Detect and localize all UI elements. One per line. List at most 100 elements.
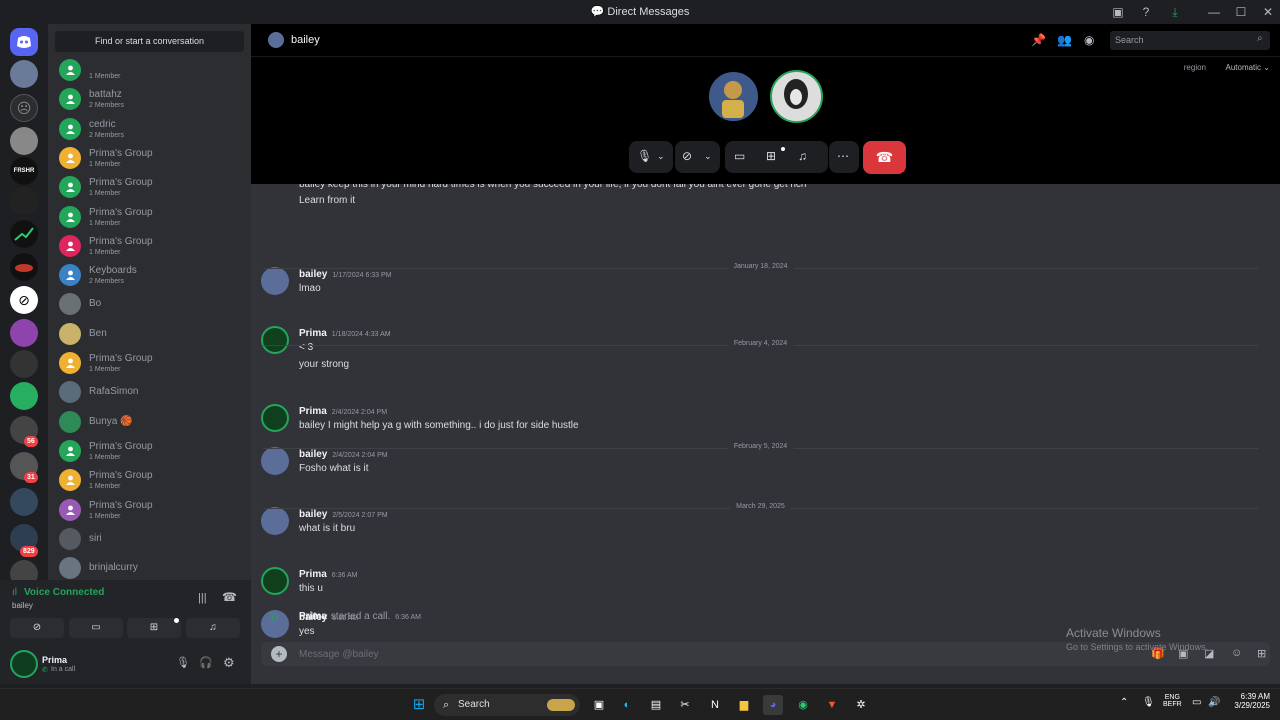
edge-browser-icon[interactable]: ◐ bbox=[617, 695, 637, 715]
system-author[interactable]: Prima bbox=[299, 611, 327, 622]
download-icon[interactable]: ⤓ bbox=[1167, 4, 1183, 20]
dm-item[interactable]: Prima's Group 1 Member bbox=[56, 437, 244, 465]
add-friend-icon[interactable]: 👥 bbox=[1057, 33, 1072, 47]
volume-icon[interactable]: 🔊 bbox=[1208, 697, 1220, 708]
author-name[interactable]: Prima bbox=[299, 328, 327, 339]
disconnect-icon[interactable]: ☎ bbox=[222, 590, 237, 604]
soundboard-icon[interactable]: ♫ bbox=[186, 618, 240, 638]
dm-item[interactable]: siri bbox=[56, 525, 244, 553]
dm-item[interactable]: Ben bbox=[56, 320, 244, 348]
windows-start-icon[interactable]: ⊞ bbox=[409, 695, 429, 715]
message-author[interactable]: Prima 6:36 AM bbox=[299, 569, 357, 580]
close-icon[interactable]: ✕ bbox=[1260, 4, 1276, 20]
store-icon[interactable]: ▤ bbox=[646, 695, 666, 715]
screen-share-icon[interactable]: ▭ bbox=[69, 618, 123, 638]
author-name[interactable]: bailey bbox=[299, 449, 327, 460]
header-user-name[interactable]: bailey bbox=[291, 34, 320, 46]
region-select[interactable]: Automatic ⌄ bbox=[1225, 63, 1270, 72]
user-profile-icon[interactable]: ◉ bbox=[1084, 33, 1094, 47]
voice-channel-name[interactable]: bailey bbox=[12, 601, 33, 610]
author-name[interactable]: bailey bbox=[299, 269, 327, 280]
add-attachment-icon[interactable]: + bbox=[271, 646, 287, 662]
user-avatar[interactable] bbox=[10, 650, 38, 678]
find-conversation-button[interactable]: Find or start a conversation bbox=[55, 31, 244, 52]
dm-item[interactable]: Prima's Group 1 Member bbox=[56, 349, 244, 377]
clock[interactable]: 6:39 AM 3/29/2025 bbox=[1234, 692, 1270, 710]
dm-item[interactable]: RafaSimon bbox=[56, 378, 244, 406]
server-icon[interactable] bbox=[10, 187, 38, 215]
server-icon[interactable] bbox=[10, 488, 38, 516]
server-icon[interactable] bbox=[10, 382, 38, 410]
taskbar-search[interactable]: ⌕ Search bbox=[434, 694, 580, 716]
avatar-bailey[interactable] bbox=[261, 447, 289, 475]
dm-item[interactable]: cedric 2 Members bbox=[56, 115, 244, 143]
help-icon[interactable]: ? bbox=[1138, 4, 1154, 20]
dm-item[interactable]: Prima's Group 1 Member bbox=[56, 496, 244, 524]
server-icon[interactable] bbox=[10, 350, 38, 378]
dm-item[interactable]: Prima's Group 1 Member bbox=[56, 144, 244, 172]
tray-chevron-icon[interactable]: ⌃ bbox=[1120, 697, 1128, 708]
message-author[interactable]: Prima 1/18/2024 4:33 AM bbox=[299, 328, 391, 339]
notion-icon[interactable]: N bbox=[705, 695, 725, 715]
apps-icon[interactable]: ⊞ bbox=[1257, 647, 1266, 660]
message-author[interactable]: bailey 1/17/2024 6:33 PM bbox=[299, 269, 392, 280]
message-author[interactable]: bailey 2/4/2024 2:04 PM bbox=[299, 449, 388, 460]
capcut-icon[interactable]: ✂ bbox=[675, 695, 695, 715]
file-explorer-icon[interactable]: ▆ bbox=[734, 695, 754, 715]
task-view-icon[interactable]: ▣ bbox=[589, 695, 609, 715]
author-name[interactable]: bailey bbox=[299, 509, 327, 520]
author-name[interactable]: Prima bbox=[299, 406, 327, 417]
dm-item[interactable]: Bo bbox=[56, 290, 244, 318]
search-input[interactable]: Search bbox=[1110, 31, 1270, 50]
screen-share-icon[interactable]: ▭ bbox=[734, 149, 745, 163]
mic-icon[interactable]: 🎙 bbox=[176, 656, 190, 669]
server-icon[interactable]: FRSHR bbox=[10, 157, 38, 185]
dm-item[interactable]: Prima's Group 1 Member bbox=[56, 173, 244, 201]
mic-control-button[interactable]: 🎙 ⌄ bbox=[629, 141, 673, 173]
voice-connected-title[interactable]: Voice Connected bbox=[24, 587, 104, 598]
avatar-prima[interactable] bbox=[261, 326, 289, 354]
author-name[interactable]: Prima bbox=[299, 569, 327, 580]
minimize-icon[interactable]: — bbox=[1206, 4, 1222, 20]
settings-gear-icon[interactable]: ⚙ bbox=[223, 655, 235, 671]
activities-icon[interactable]: ⊞ bbox=[127, 618, 181, 638]
message-author[interactable]: bailey 2/5/2024 2:07 PM bbox=[299, 509, 388, 520]
sad-face-icon[interactable]: ☹ bbox=[10, 94, 38, 122]
dm-item[interactable]: battahz 2 Members bbox=[56, 85, 244, 113]
soundboard-icon[interactable]: ♫ bbox=[798, 149, 807, 163]
hang-up-button[interactable]: ☎ bbox=[863, 141, 906, 174]
dm-item[interactable]: Bunya 🏀 bbox=[56, 408, 244, 436]
server-icon[interactable] bbox=[10, 253, 38, 281]
more-options-button[interactable]: ⋯ bbox=[829, 141, 859, 173]
network-icon[interactable]: ▭ bbox=[1192, 697, 1201, 708]
discord-home-icon[interactable] bbox=[10, 28, 38, 56]
headphones-icon[interactable]: 🎧 bbox=[199, 656, 213, 669]
mic-tray-icon[interactable]: 🎙 bbox=[1142, 697, 1155, 708]
server-icon[interactable] bbox=[10, 319, 38, 347]
pin-icon[interactable]: 📌 bbox=[1031, 33, 1046, 47]
app-taskbar-icon[interactable]: ◉ bbox=[793, 695, 813, 715]
activities-icon[interactable]: ⊞ bbox=[766, 149, 776, 163]
camera-control-button[interactable]: ⊘ ⌄ bbox=[675, 141, 720, 173]
language-indicator[interactable]: ENG BEFR bbox=[1163, 694, 1182, 708]
dm-item[interactable]: Prima's Group 1 Member bbox=[56, 203, 244, 231]
chatgpt-icon[interactable]: ✲ bbox=[851, 695, 871, 715]
dm-item[interactable]: Keyboards 2 Members bbox=[56, 261, 244, 289]
avatar-prima[interactable] bbox=[261, 567, 289, 595]
inbox-icon[interactable]: ▣ bbox=[1110, 4, 1126, 20]
dm-item[interactable]: brinjalcurry bbox=[56, 554, 244, 580]
chart-server-icon[interactable] bbox=[10, 220, 38, 248]
dm-item[interactable]: Prima's Group 1 Member bbox=[56, 466, 244, 494]
server-icon[interactable] bbox=[10, 60, 38, 88]
dm-item[interactable]: Prima's Group 1 Member bbox=[56, 232, 244, 260]
dm-item[interactable]: 1 Member bbox=[56, 56, 244, 84]
emoji-icon[interactable]: ☺ bbox=[1231, 647, 1242, 659]
avatar-bailey[interactable] bbox=[261, 267, 289, 295]
call-avatar-bailey[interactable] bbox=[707, 70, 760, 123]
camera-off-icon[interactable]: ⊘ bbox=[10, 618, 64, 638]
avatar-prima[interactable] bbox=[261, 404, 289, 432]
maximize-icon[interactable]: ☐ bbox=[1233, 4, 1249, 20]
discord-taskbar-icon[interactable]: ◕ bbox=[763, 695, 783, 715]
noise-suppression-icon[interactable]: ||| bbox=[198, 592, 207, 604]
brave-browser-icon[interactable]: ▼ bbox=[822, 695, 842, 715]
